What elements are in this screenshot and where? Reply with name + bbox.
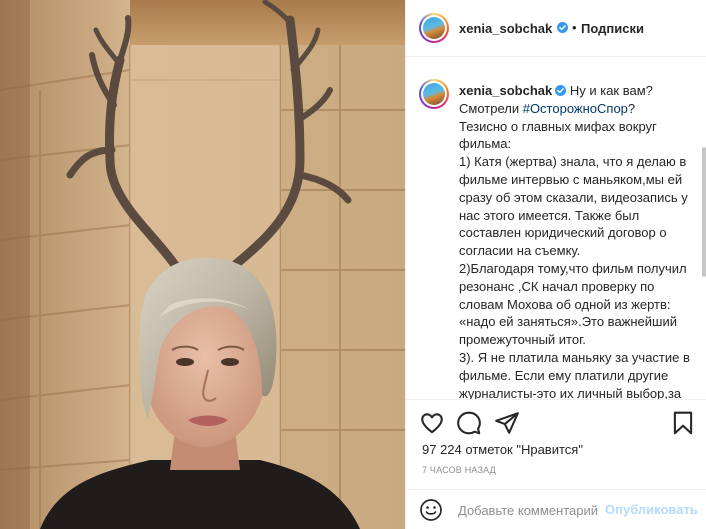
verified-badge-icon — [557, 22, 568, 33]
heart-icon — [421, 413, 443, 434]
comment-input[interactable] — [458, 500, 598, 520]
verified-badge-icon — [555, 85, 567, 96]
like-button[interactable] — [419, 410, 445, 436]
speech-bubble-icon — [457, 411, 481, 435]
caption-avatar[interactable] — [419, 79, 449, 109]
paper-plane-icon — [495, 412, 519, 434]
save-button[interactable] — [670, 410, 696, 436]
emoji-smile-icon — [420, 499, 442, 521]
post-side-panel: xenia_sobchak • Подписки xenia_sobchak Н… — [405, 0, 706, 529]
share-button[interactable] — [494, 410, 520, 436]
post-photo[interactable] — [0, 0, 405, 529]
avatar-image — [423, 17, 445, 39]
avatar[interactable] — [419, 13, 449, 43]
comments-scrollbar[interactable] — [702, 147, 706, 277]
publish-button[interactable]: Опубликовать — [605, 502, 698, 517]
post-actions: 97 224 отметок "Нравится" 7 ЧАСОВ НАЗАД — [406, 399, 706, 489]
following-button[interactable]: Подписки — [581, 21, 644, 36]
add-comment-form: Опубликовать — [406, 489, 706, 529]
username-link[interactable]: xenia_sobchak — [459, 21, 552, 36]
bookmark-icon — [673, 411, 693, 435]
caption-username-link[interactable]: xenia_sobchak — [459, 83, 552, 98]
post-timestamp[interactable]: 7 ЧАСОВ НАЗАД — [422, 465, 496, 475]
follow-separator: • — [572, 20, 577, 35]
caption-text-body: ? Тезисно о главных мифах вокруг фильма:… — [459, 100, 690, 399]
caption-avatar-image — [423, 83, 445, 105]
post-header: xenia_sobchak • Подписки — [406, 0, 706, 57]
caption-hashtag-link[interactable]: #ОсторожноСпор — [523, 101, 628, 116]
emoji-button[interactable] — [419, 498, 443, 522]
comments-area[interactable]: xenia_sobchak Ну и как вам? Смотрели #Ос… — [406, 57, 706, 399]
likes-count[interactable]: 97 224 отметок "Нравится" — [422, 442, 583, 457]
post-caption: xenia_sobchak Ну и как вам? Смотрели #Ос… — [459, 82, 699, 399]
post-photo-image — [0, 0, 405, 529]
comment-button[interactable] — [456, 410, 482, 436]
